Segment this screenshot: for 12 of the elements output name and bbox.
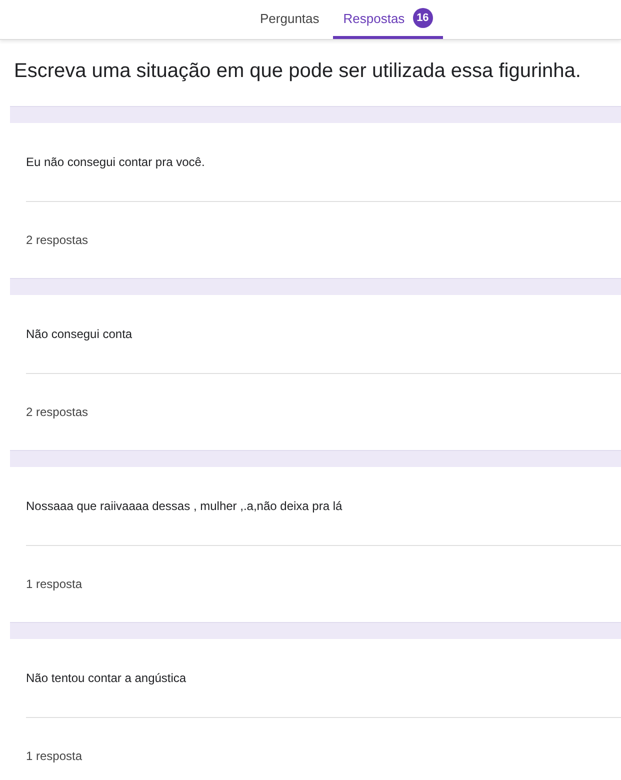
count-badge: 16 <box>412 8 433 28</box>
answer-text: Não consegui conta <box>26 295 621 374</box>
answer-text: Nossaaa que raiivaaaa dessas , mulher ,.a,não deixa pra lá <box>26 467 621 546</box>
tab[interactable]: Perguntas <box>250 0 330 39</box>
answer-text: Eu não consegui contar pra você. <box>26 123 621 202</box>
question-title: Escreva uma situação em que pode ser utilizada essa figurinha. <box>13 59 582 84</box>
response-count: 2 respostas <box>26 232 90 249</box>
response-count: 1 resposta <box>26 576 84 593</box>
response-count: 1 resposta <box>26 748 84 765</box>
response-count: 2 respostas <box>26 404 90 421</box>
tab[interactable]: Respostas 16 <box>333 0 443 39</box>
answer-text: Não tentou contar a angústica <box>26 639 621 718</box>
